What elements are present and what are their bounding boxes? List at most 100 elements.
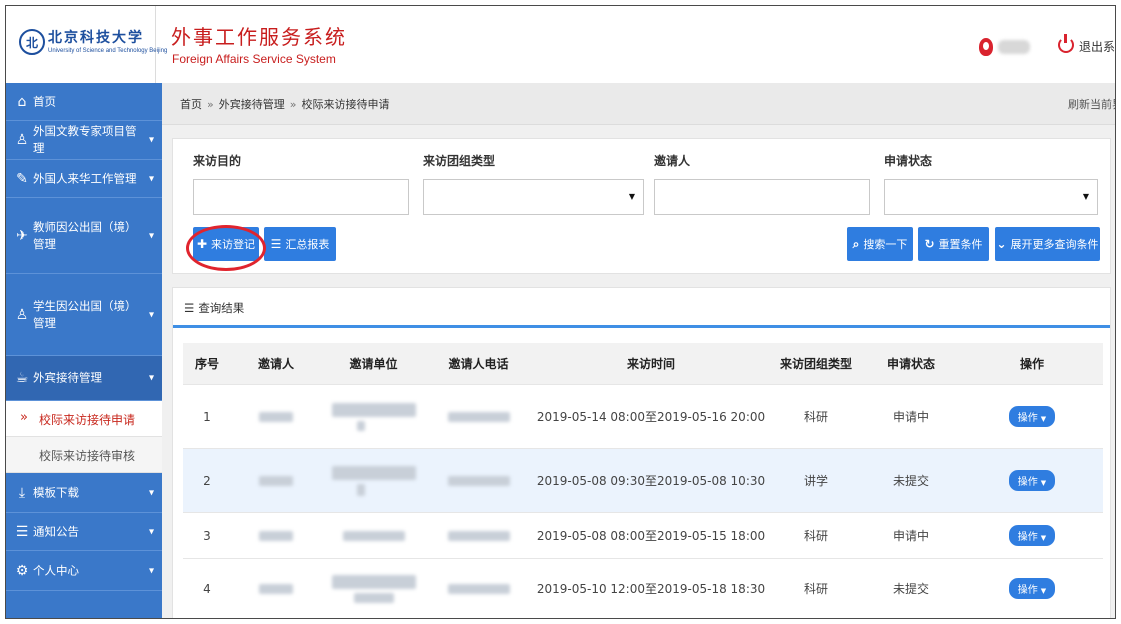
sidebar-item-label: 外宾接待管理 bbox=[33, 370, 102, 385]
sidebar-subitem-label: 校际来访接待审核 bbox=[39, 449, 136, 463]
sidebar-item-home[interactable]: ⌂ 首页 bbox=[6, 83, 162, 121]
university-name-en: University of Science and Technology Bei… bbox=[48, 48, 168, 54]
row-action-cell: 操作 ▼ bbox=[961, 385, 1103, 448]
group-type-select[interactable]: ▼ bbox=[423, 179, 644, 215]
table-row[interactable]: 3 2019-05-08 08:00至2019-05-15 18:00 科研 申… bbox=[183, 513, 1103, 559]
caret-down-icon: ▼ bbox=[1040, 534, 1047, 542]
inviter-unit-cell-redacted bbox=[321, 559, 426, 618]
sidebar-item-reception[interactable]: ☕ 外宾接待管理 ▾ bbox=[6, 356, 162, 401]
breadcrumb-home[interactable]: 首页 bbox=[180, 98, 202, 111]
plus-icon: ✚ bbox=[196, 237, 208, 251]
caret-down-icon: ▼ bbox=[1082, 192, 1089, 201]
register-visit-button[interactable]: ✚ 来访登记 bbox=[193, 227, 259, 261]
inviter-phone-cell-redacted bbox=[426, 449, 531, 512]
sidebar-subitem-label: 校际来访接待申请 bbox=[39, 413, 136, 427]
register-visit-label: 来访登记 bbox=[211, 238, 256, 251]
column-header[interactable]: 邀请人 bbox=[231, 343, 321, 384]
expand-filters-label: 展开更多查询条件 bbox=[1010, 238, 1099, 251]
inviter-phone-cell-redacted bbox=[426, 513, 531, 558]
sidebar-item-foreigners-work[interactable]: ✎ 外国人来华工作管理 ▾ bbox=[6, 160, 162, 198]
sidebar-item-label: 个人中心 bbox=[33, 563, 79, 577]
chevron-down-icon: ▾ bbox=[148, 487, 154, 498]
summary-report-label: 汇总报表 bbox=[285, 238, 330, 251]
table-row[interactable]: 4 2019-05-10 12:00至2019-05-18 18:30 科研 未… bbox=[183, 559, 1103, 618]
sidebar-item-student-abroad[interactable]: ♙ 学生因公出国（境）管理 ▾ bbox=[6, 274, 162, 356]
sidebar-item-label: 教师因公出国（境）管理 bbox=[33, 219, 137, 251]
inviter-unit-cell-redacted bbox=[321, 385, 426, 448]
university-name: 北京科技大学 bbox=[48, 30, 144, 46]
power-icon[interactable] bbox=[1058, 34, 1074, 53]
university-seal-icon: 北 bbox=[19, 29, 45, 55]
row-action-button[interactable]: 操作 ▼ bbox=[1008, 406, 1056, 427]
chevron-down-icon: ▾ bbox=[148, 526, 154, 537]
status-cell: 申请中 bbox=[892, 410, 929, 424]
group-type-cell: 科研 bbox=[803, 582, 828, 596]
inviter-phone-cell-redacted bbox=[426, 385, 531, 448]
breadcrumb-current: 校际来访接待申请 bbox=[301, 98, 390, 111]
chevron-down-icon: ▾ bbox=[148, 565, 154, 576]
chevron-down-icon: ▾ bbox=[148, 173, 154, 184]
sidebar-item-teacher-abroad[interactable]: ✈ 教师因公出国（境）管理 ▾ bbox=[6, 198, 162, 274]
sidebar-item-expert-projects[interactable]: ♙ 外国文教专家项目管理 ▾ bbox=[6, 121, 162, 160]
sidebar-item-profile[interactable]: ⚙ 个人中心 ▾ bbox=[6, 551, 162, 591]
sidebar-item-label: 首页 bbox=[33, 94, 56, 108]
active-marker-icon: » bbox=[20, 410, 28, 425]
university-logo[interactable]: 北 北京科技大学 University of Science and Techn… bbox=[6, 6, 167, 83]
notice-icon: ☰ bbox=[15, 523, 29, 540]
visit-purpose-input[interactable] bbox=[193, 179, 409, 215]
refresh-page-link[interactable]: 刷新当前界面 bbox=[1068, 96, 1115, 112]
logout-button[interactable]: 退出系统 bbox=[1079, 38, 1115, 55]
pen-icon: ✎ bbox=[16, 170, 28, 187]
row-action-cell: 操作 ▼ bbox=[961, 559, 1103, 618]
column-header[interactable]: 来访团组类型 bbox=[771, 343, 861, 384]
status-select[interactable]: ▼ bbox=[884, 179, 1098, 215]
group-type-cell: 科研 bbox=[803, 529, 828, 543]
breadcrumb: 首页 » 外宾接待管理 » 校际来访接待申请 bbox=[180, 96, 389, 112]
inviter-unit-cell-redacted bbox=[321, 449, 426, 512]
breadcrumb-separator: » bbox=[289, 98, 297, 111]
column-header[interactable]: 申请状态 bbox=[861, 343, 961, 384]
row-action-cell: 操作 ▼ bbox=[961, 513, 1103, 558]
column-header[interactable]: 操作 bbox=[961, 343, 1103, 384]
inviter-input[interactable] bbox=[654, 179, 870, 215]
row-action-button[interactable]: 操作 ▼ bbox=[1008, 470, 1056, 491]
sidebar-subitem-visit-review[interactable]: 校际来访接待审核 bbox=[6, 437, 162, 473]
home-icon: ⌂ bbox=[17, 93, 27, 110]
row-action-button[interactable]: 操作 ▼ bbox=[1008, 525, 1056, 546]
reset-button[interactable]: ↻ 重置条件 bbox=[918, 227, 989, 261]
chevron-down-icon: ▾ bbox=[148, 230, 154, 241]
row-action-button[interactable]: 操作 ▼ bbox=[1008, 578, 1056, 599]
column-header[interactable]: 邀请单位 bbox=[321, 343, 426, 384]
results-panel: ☰ 查询结果 序号 邀请人 邀请单位 邀请人电话 来访时间 来访团组类型 申请状态… bbox=[172, 287, 1111, 618]
inviter-cell-redacted bbox=[231, 449, 321, 512]
airplane-icon: ✈ bbox=[16, 227, 28, 244]
sidebar-item-label: 模板下载 bbox=[33, 485, 79, 499]
row-number: 3 bbox=[203, 528, 211, 543]
breadcrumb-separator: » bbox=[207, 98, 214, 111]
summary-report-button[interactable]: ☰ 汇总报表 bbox=[264, 227, 336, 261]
status-cell: 未提交 bbox=[892, 582, 929, 596]
table-header-row: 序号 邀请人 邀请单位 邀请人电话 来访时间 来访团组类型 申请状态 操作 bbox=[183, 343, 1103, 385]
row-number: 4 bbox=[203, 581, 211, 596]
sidebar-subitem-visit-application[interactable]: » 校际来访接待申请 bbox=[6, 401, 162, 437]
column-header[interactable]: 来访时间 bbox=[531, 343, 771, 384]
table-row[interactable]: 1 2019-05-14 08:00至2019-05-16 20:00 科研 申… bbox=[183, 385, 1103, 449]
user-name-redacted[interactable] bbox=[998, 40, 1030, 54]
filter-panel: 来访目的 来访团组类型 ▼ 邀请人 申请状态 ▼ ✚ 来访登记 ☰ 汇总报表 ⌕… bbox=[172, 138, 1111, 274]
search-button[interactable]: ⌕ 搜索一下 bbox=[847, 227, 913, 261]
visit-purpose-label: 来访目的 bbox=[193, 154, 242, 168]
app-window: 北 北京科技大学 University of Science and Techn… bbox=[5, 5, 1116, 619]
sidebar-item-templates[interactable]: ⤓ 模板下载 ▾ bbox=[6, 473, 162, 513]
system-subtitle: Foreign Affairs Service System bbox=[172, 52, 336, 66]
sidebar-item-label: 通知公告 bbox=[33, 524, 79, 538]
expand-filters-button[interactable]: ⌄ 展开更多查询条件 bbox=[995, 227, 1100, 261]
visit-time-cell: 2019-05-10 12:00至2019-05-18 18:30 bbox=[536, 582, 766, 596]
column-header[interactable]: 序号 bbox=[183, 343, 231, 384]
column-header[interactable]: 邀请人电话 bbox=[426, 343, 531, 384]
user-icon[interactable] bbox=[979, 38, 993, 56]
breadcrumb-reception[interactable]: 外宾接待管理 bbox=[219, 98, 285, 111]
sidebar-item-notices[interactable]: ☰ 通知公告 ▾ bbox=[6, 513, 162, 551]
reset-label: 重置条件 bbox=[938, 238, 983, 251]
table-row[interactable]: 2 2019-05-08 09:30至2019-05-08 10:30 讲学 未… bbox=[183, 449, 1103, 513]
status-cell: 申请中 bbox=[892, 529, 929, 543]
